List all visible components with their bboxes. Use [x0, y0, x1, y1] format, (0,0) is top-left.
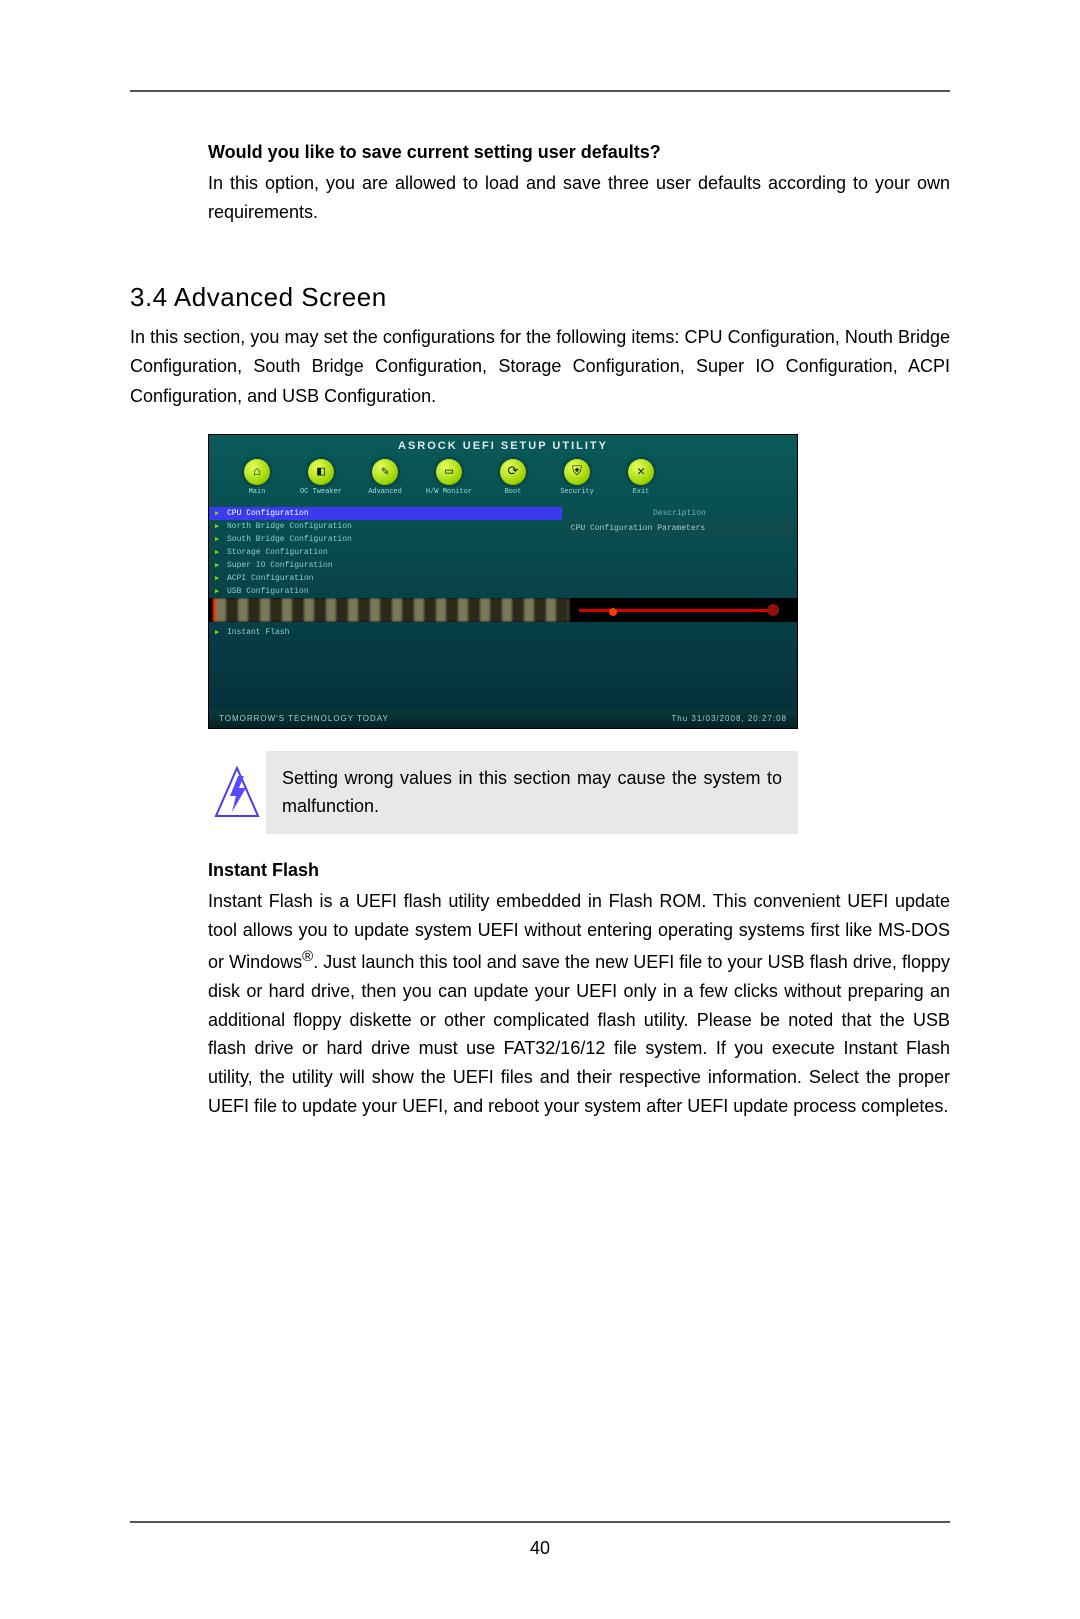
- save-defaults-body: In this option, you are allowed to load …: [208, 169, 950, 227]
- bios-tab-security[interactable]: ⛨ Security: [545, 459, 609, 496]
- bios-footer-left: TOMORROW'S TECHNOLOGY TODAY: [219, 714, 389, 723]
- warning-lightning-icon: [208, 751, 266, 835]
- bios-tab-label: Boot: [481, 488, 545, 496]
- bios-menu-item-instantflash[interactable]: Instant Flash: [209, 626, 797, 639]
- bios-tab-octweaker[interactable]: ◧ OC Tweaker: [289, 459, 353, 496]
- home-icon: ⌂: [244, 459, 270, 485]
- bios-tab-label: Exit: [609, 488, 673, 496]
- bios-artifact-strip: [209, 598, 797, 622]
- save-defaults-heading: Would you like to save current setting u…: [208, 142, 950, 163]
- bios-menu-item[interactable]: ACPI Configuration: [209, 572, 562, 585]
- bottom-horizontal-rule: [130, 1521, 950, 1523]
- top-horizontal-rule: [130, 90, 950, 92]
- bios-menu-item[interactable]: North Bridge Configuration: [209, 520, 562, 533]
- bios-tab-boot[interactable]: ⟳ Boot: [481, 459, 545, 496]
- bios-tab-exit[interactable]: ✕ Exit: [609, 459, 673, 496]
- advanced-intro: In this section, you may set the configu…: [130, 323, 950, 412]
- bios-tab-label: Advanced: [353, 488, 417, 496]
- bios-tab-label: Security: [545, 488, 609, 496]
- bios-menu-list: CPU Configuration North Bridge Configura…: [209, 503, 562, 598]
- instant-flash-heading: Instant Flash: [208, 860, 950, 881]
- bios-desc-text: CPU Configuration Parameters: [567, 521, 792, 536]
- bios-menu-item[interactable]: Super IO Configuration: [209, 559, 562, 572]
- bios-menu-item[interactable]: Storage Configuration: [209, 546, 562, 559]
- advanced-icon: ✎: [372, 459, 398, 485]
- bios-tab-label: H/W Monitor: [417, 488, 481, 496]
- bios-tab-row: ⌂ Main ◧ OC Tweaker ✎ Advanced ▭ H/W Mon…: [209, 459, 797, 502]
- section-title: 3.4 Advanced Screen: [130, 282, 950, 313]
- bios-tab-advanced[interactable]: ✎ Advanced: [353, 459, 417, 496]
- bios-tab-main[interactable]: ⌂ Main: [225, 459, 289, 496]
- warning-callout: Setting wrong values in this section may…: [208, 751, 798, 835]
- bios-footer-right: Thu 31/03/2008, 20:27:08: [671, 714, 787, 723]
- instant-flash-body: Instant Flash is a UEFI flash utility em…: [208, 887, 950, 1120]
- boot-icon: ⟳: [500, 459, 526, 485]
- bios-tab-label: Main: [225, 488, 289, 496]
- bios-screenshot: ASROCK UEFI SETUP UTILITY ⌂ Main ◧ OC Tw…: [208, 434, 798, 729]
- exit-icon: ✕: [628, 459, 654, 485]
- bios-desc-header: Description: [567, 507, 792, 521]
- page-number: 40: [130, 1538, 950, 1559]
- instant-flash-block: Instant Flash Instant Flash is a UEFI fl…: [130, 860, 950, 1120]
- bios-tab-label: OC Tweaker: [289, 488, 353, 496]
- bios-menu-item[interactable]: USB Configuration: [209, 585, 562, 598]
- bios-menu-item[interactable]: CPU Configuration: [209, 507, 562, 520]
- security-icon: ⛨: [564, 459, 590, 485]
- bios-title: ASROCK UEFI SETUP UTILITY: [209, 435, 797, 459]
- warning-text: Setting wrong values in this section may…: [266, 751, 798, 835]
- monitor-icon: ▭: [436, 459, 462, 485]
- tweaker-icon: ◧: [308, 459, 334, 485]
- bios-tab-hwmonitor[interactable]: ▭ H/W Monitor: [417, 459, 481, 496]
- save-defaults-block: Would you like to save current setting u…: [130, 142, 950, 227]
- bios-menu-item[interactable]: South Bridge Configuration: [209, 533, 562, 546]
